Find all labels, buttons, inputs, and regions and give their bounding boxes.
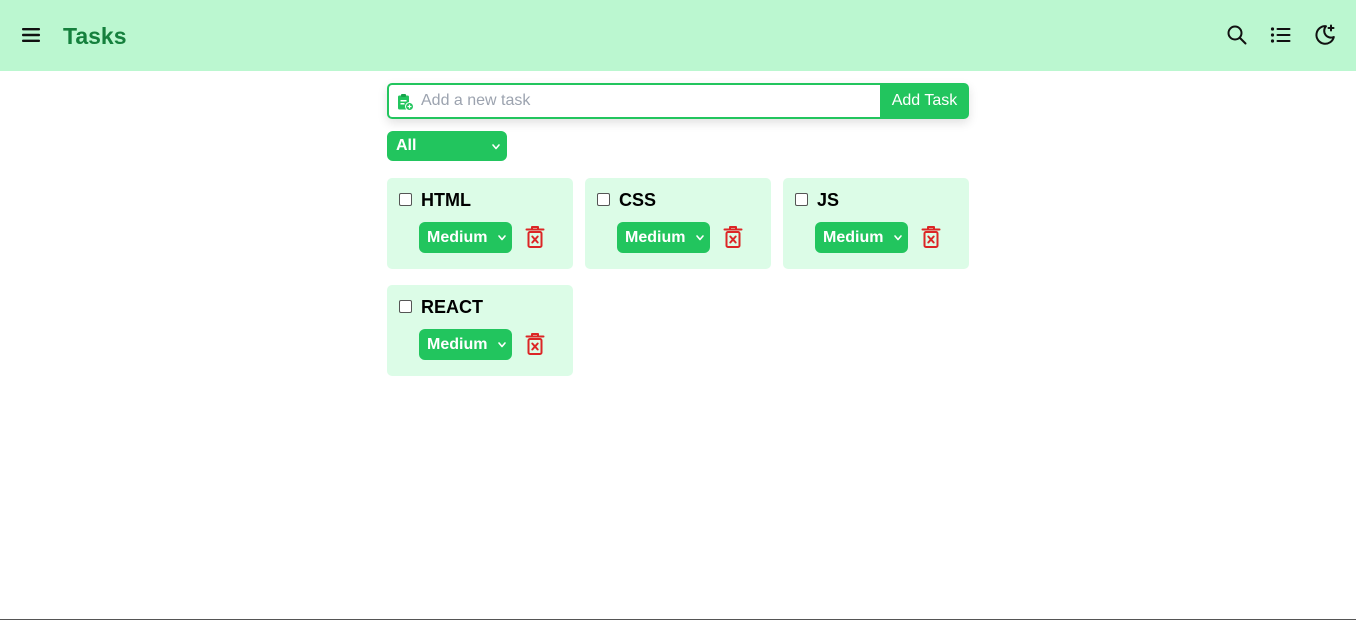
task-checkbox[interactable]: [399, 193, 412, 206]
filter-selected-value: All: [396, 137, 417, 154]
trash-icon[interactable]: [525, 225, 545, 249]
task-card: JS Medium: [783, 178, 969, 269]
hamburger-menu-icon[interactable]: [20, 24, 42, 46]
priority-value: Medium: [625, 229, 686, 246]
trash-icon[interactable]: [723, 225, 743, 249]
task-card: CSS Medium: [585, 178, 771, 269]
list-icon[interactable]: [1269, 23, 1293, 47]
app-page: Tasks Add a new task Add Task All HTML M…: [0, 0, 1356, 620]
search-icon[interactable]: [1225, 23, 1249, 47]
priority-select[interactable]: Medium: [617, 222, 710, 253]
chevron-down-icon: [894, 235, 902, 241]
task-name: REACT: [421, 297, 483, 317]
add-task-button[interactable]: Add Task: [880, 83, 969, 119]
priority-value: Medium: [427, 336, 488, 353]
task-checkbox[interactable]: [399, 300, 412, 313]
task-checkbox[interactable]: [597, 193, 610, 206]
priority-select[interactable]: Medium: [815, 222, 908, 253]
priority-select[interactable]: Medium: [419, 329, 512, 360]
task-input-wrapper: [387, 83, 880, 119]
priority-select[interactable]: Medium: [419, 222, 512, 253]
moon-stars-icon[interactable]: [1313, 23, 1337, 47]
trash-icon[interactable]: [921, 225, 941, 249]
app-title: Tasks: [63, 23, 127, 49]
filter-select[interactable]: All: [387, 131, 507, 161]
task-checkbox[interactable]: [795, 193, 808, 206]
chevron-down-icon: [498, 235, 506, 241]
task-name: HTML: [421, 190, 471, 210]
chevron-down-icon: [696, 235, 704, 241]
priority-value: Medium: [427, 229, 488, 246]
add-task-form: Add Task: [387, 83, 969, 119]
task-name: JS: [817, 190, 840, 210]
chevron-down-icon: [498, 342, 506, 348]
trash-icon[interactable]: [525, 332, 545, 356]
clipboard-add-icon: [396, 93, 414, 111]
task-input[interactable]: [421, 88, 871, 114]
priority-value: Medium: [823, 229, 884, 246]
top-bar: Tasks: [0, 0, 1356, 71]
task-card: HTML Medium: [387, 178, 573, 269]
task-name: CSS: [619, 190, 657, 210]
task-card: REACT Medium: [387, 285, 573, 376]
chevron-down-icon: [492, 144, 500, 150]
